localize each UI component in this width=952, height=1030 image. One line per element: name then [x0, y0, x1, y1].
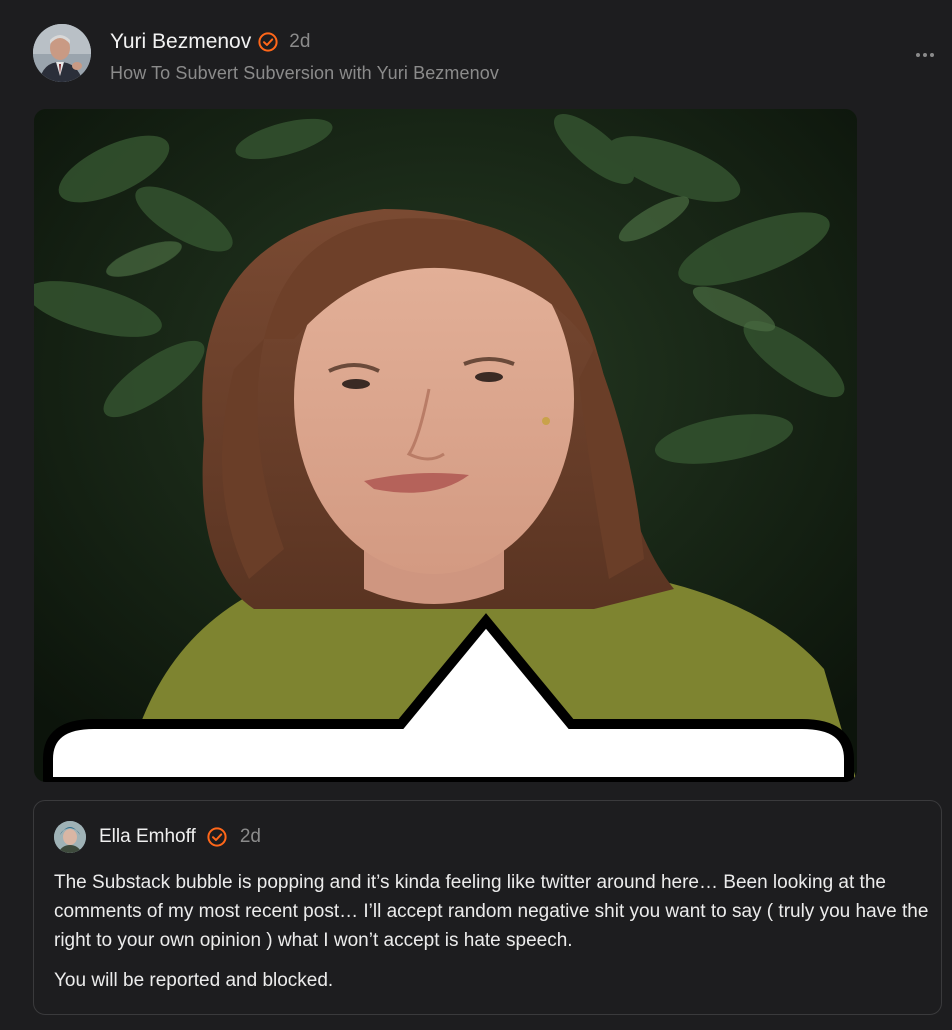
- feed-post: Yuri Bezmenov 2d How To Subvert Subversi…: [0, 0, 952, 1030]
- more-horizontal-icon: [916, 53, 920, 57]
- quote-paragraph: The Substack bubble is popping and it’s …: [54, 872, 929, 951]
- quote-header: Ella Emhoff 2d: [99, 823, 261, 851]
- publication-name[interactable]: How To Subvert Subversion with Yuri Bezm…: [110, 63, 499, 84]
- post-image[interactable]: [34, 109, 857, 782]
- more-dot: [923, 53, 927, 57]
- author-row: Yuri Bezmenov 2d: [110, 27, 310, 57]
- more-options-button[interactable]: [912, 46, 938, 64]
- post-timestamp[interactable]: 2d: [289, 31, 310, 53]
- quote-timestamp[interactable]: 2d: [240, 826, 261, 848]
- quoted-note-card[interactable]: Ella Emhoff 2d The Substack bubble is po…: [33, 800, 942, 1015]
- verified-check-icon: [258, 32, 278, 52]
- more-dot: [930, 53, 934, 57]
- quote-paragraph: You will be reported and blocked.: [54, 970, 334, 991]
- quote-body: The Substack bubble is popping and it’s …: [54, 868, 929, 1006]
- author-avatar[interactable]: [33, 24, 91, 82]
- quote-author-avatar[interactable]: [54, 821, 86, 853]
- verified-check-icon: [207, 827, 227, 847]
- author-name[interactable]: Yuri Bezmenov: [110, 30, 251, 54]
- quote-author-name[interactable]: Ella Emhoff: [99, 826, 196, 848]
- meme-image: [34, 109, 857, 782]
